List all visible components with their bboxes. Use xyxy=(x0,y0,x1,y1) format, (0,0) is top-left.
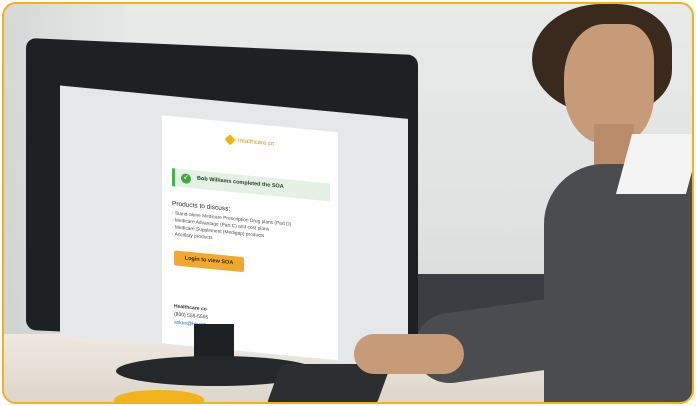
products-list: - Stand-alone Medicare Prescription Drug… xyxy=(172,210,291,249)
login-button[interactable]: Login to view SOA xyxy=(174,250,244,273)
yellow-mug xyxy=(114,390,204,402)
completion-banner: ✓ Bob Williams completed the SOA xyxy=(172,168,330,202)
photo-frame: Healthcare co ✓ Bob Williams completed t… xyxy=(2,2,694,404)
brand-logo: Healthcare co xyxy=(162,129,338,160)
email-card: Healthcare co ✓ Bob Williams completed t… xyxy=(162,115,338,361)
logo-text: Healthcare co xyxy=(237,138,275,148)
monitor-screen: Healthcare co ✓ Bob Williams completed t… xyxy=(60,85,408,369)
monitor: Healthcare co ✓ Bob Williams completed t… xyxy=(26,38,418,369)
person-hands xyxy=(354,334,464,374)
logo-icon xyxy=(223,134,236,146)
banner-text: Bob Williams completed the SOA xyxy=(197,175,284,190)
check-icon: ✓ xyxy=(181,173,191,185)
person-jacket xyxy=(544,164,692,402)
